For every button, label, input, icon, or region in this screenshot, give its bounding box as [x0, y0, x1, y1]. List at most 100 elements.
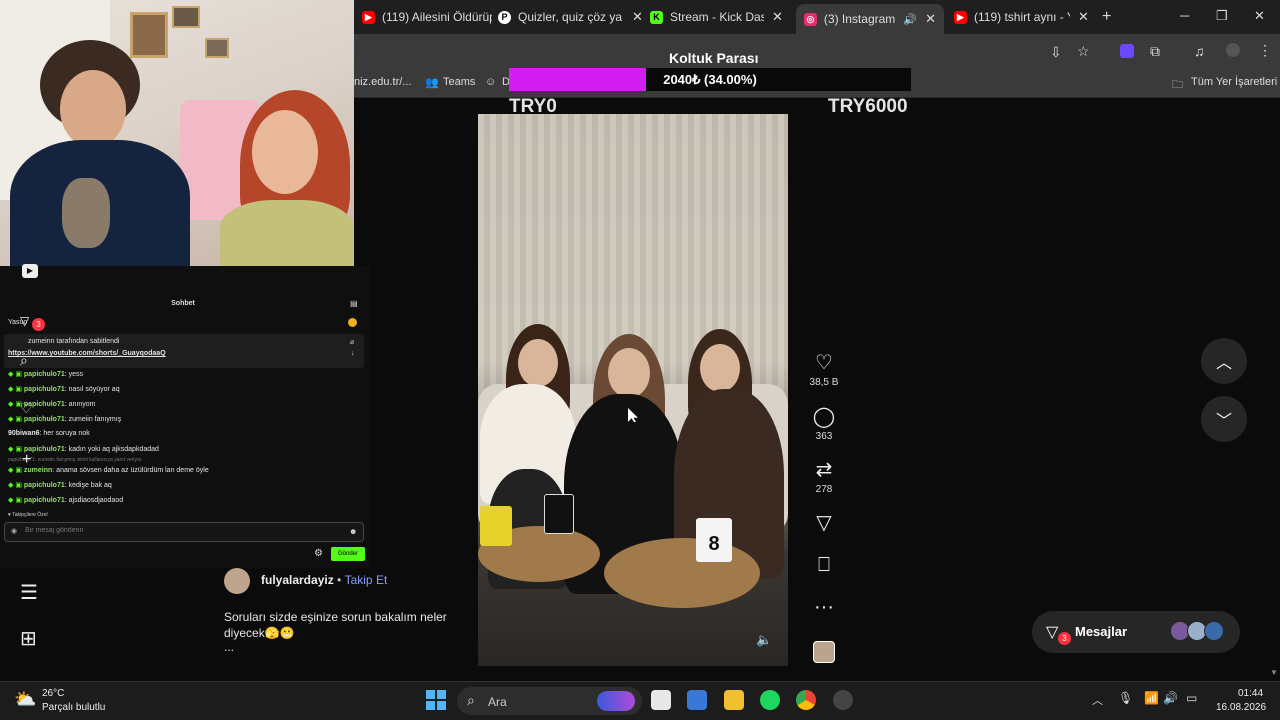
- caption-more[interactable]: ...: [224, 640, 234, 654]
- messages-button[interactable]: ▽ 3 Mesajlar: [1032, 611, 1240, 653]
- like-count: 38,5 B: [809, 377, 839, 388]
- more-options-button[interactable]: ···: [804, 596, 844, 619]
- speaker-icon[interactable]: 🔊: [903, 13, 917, 26]
- scroll-down-icon[interactable]: ▼: [1270, 668, 1278, 677]
- youtube-icon: ▶: [954, 10, 967, 24]
- send-button[interactable]: Gönder: [331, 547, 365, 561]
- filter-icon[interactable]: ▽: [20, 314, 29, 328]
- chat-message-input[interactable]: [25, 527, 325, 534]
- previous-reel-button[interactable]: ︿: [1201, 338, 1247, 384]
- person-face: [608, 348, 650, 398]
- emoji-icon[interactable]: ☻: [349, 527, 357, 536]
- save-button[interactable]: ⎕: [804, 554, 844, 577]
- emote-icon[interactable]: ◉: [11, 527, 17, 535]
- white-mug-number: 8: [696, 518, 732, 562]
- next-reel-button[interactable]: ﹀: [1201, 396, 1247, 442]
- new-tab-icon[interactable]: +: [1102, 8, 1111, 26]
- overlay-title: Koltuk Parası: [669, 50, 759, 66]
- task-view-icon[interactable]: [651, 690, 671, 710]
- tab-title: (119) tshirt aynı - Yo: [974, 10, 1070, 24]
- post-caption: Soruları sizde eşinize sorun bakalım nel…: [224, 610, 447, 640]
- battery-icon[interactable]: ▭: [1186, 691, 1197, 705]
- tab-title: Stream - Kick Dashb: [670, 10, 764, 24]
- store-icon[interactable]: [687, 690, 707, 710]
- tab-instagram[interactable]: ◎ (3) Instagram 🔊 ✕: [796, 4, 944, 34]
- wall-frame: [205, 38, 229, 58]
- chat-input-box[interactable]: ◉ ☻: [4, 522, 364, 542]
- restore-icon[interactable]: ❐: [1216, 8, 1228, 24]
- volume-icon[interactable]: 🔊: [1163, 691, 1178, 705]
- weather-temperature: 26°C: [42, 688, 65, 699]
- menu-icon[interactable]: ☰: [20, 580, 38, 605]
- volume-icon[interactable]: 🔈: [756, 632, 772, 648]
- tab-youtube-2[interactable]: ▶ (119) tshirt aynı - Yo ✕: [946, 5, 1097, 29]
- chat-message: ◆ ▣ papichulo71: nasıl söyüyor aq: [8, 386, 120, 393]
- search-icon[interactable]: ⌕: [20, 352, 28, 369]
- reel-video[interactable]: 8: [478, 114, 788, 666]
- all-bookmarks[interactable]: Tüm Yer İşaretleri: [1191, 76, 1277, 88]
- taskbar-search[interactable]: ⌕ Ara: [457, 687, 642, 715]
- bookmark-partial-url[interactable]: niz.edu.tr/...: [354, 76, 411, 88]
- weather-icon[interactable]: ⛅: [14, 689, 36, 710]
- author-avatar[interactable]: [224, 568, 250, 594]
- teams-icon: 👥: [425, 77, 439, 89]
- tab-quiz[interactable]: P Quizler, quiz çöz ya c ✕: [490, 5, 651, 29]
- install-app-icon[interactable]: ⇩: [1050, 44, 1062, 61]
- chat-message: ◆ ▣ papichulo71: kedişe bak aq: [8, 482, 112, 489]
- close-icon[interactable]: ✕: [772, 9, 783, 25]
- folder-icon: 🗀: [1172, 79, 1183, 91]
- bookmark-d-icon: ☺: [485, 76, 497, 88]
- chat-message: 90biwan6: her soruya nok: [8, 430, 90, 437]
- pinned-link[interactable]: https://www.youtube.com/shorts/_Guayqoda…: [8, 350, 166, 357]
- repost-count: 278: [815, 484, 833, 495]
- comment-button[interactable]: ◯ 363: [804, 404, 844, 442]
- menu-dots-icon[interactable]: ⋮: [1258, 42, 1272, 59]
- author-name[interactable]: fulyalardayiz: [261, 573, 334, 587]
- window-close-icon[interactable]: ✕: [1254, 8, 1265, 24]
- follow-link[interactable]: Takip Et: [345, 573, 388, 587]
- chat-message: ◆ ▣ papichulo71: yess: [8, 371, 84, 378]
- chat-stats-icon[interactable]: ▤: [350, 299, 358, 308]
- expand-icon[interactable]: ↓: [351, 350, 355, 357]
- share-button[interactable]: ▽: [804, 510, 844, 535]
- chat-title: Sohbet: [171, 300, 195, 307]
- comment-icon: ◯: [812, 406, 836, 428]
- gear-icon[interactable]: ⚙: [314, 548, 323, 559]
- unpin-icon[interactable]: ⌀: [350, 338, 354, 346]
- pinned-message: zumeinn tarafından sabitlendi https://ww…: [4, 334, 364, 368]
- chrome-icon[interactable]: [796, 690, 816, 710]
- profile-avatar[interactable]: [1226, 43, 1240, 57]
- person-face: [60, 70, 126, 148]
- clock-date[interactable]: 16.08.2026: [1216, 702, 1266, 713]
- extensions-puzzle-icon[interactable]: ⧉: [1150, 43, 1160, 60]
- windows-start-icon[interactable]: [426, 690, 446, 710]
- author-line: fulyalardayiz • Takip Et: [261, 573, 387, 587]
- warning-icon[interactable]: [348, 318, 357, 327]
- coffee-table-right: [604, 538, 760, 608]
- repost-button[interactable]: ⇄ 278: [804, 457, 844, 495]
- close-icon[interactable]: ✕: [1078, 9, 1089, 25]
- person-top: [220, 200, 354, 266]
- donation-progress-bar: 2040₺ (34.00%): [509, 68, 911, 91]
- chevron-up-icon[interactable]: ︿: [1092, 692, 1103, 708]
- bookmark-teams[interactable]: Teams: [443, 76, 475, 88]
- clock-time[interactable]: 01:44: [1238, 688, 1263, 699]
- wifi-icon[interactable]: 📶: [1144, 691, 1159, 705]
- audio-thumbnail[interactable]: [813, 641, 835, 663]
- tab-kick[interactable]: K Stream - Kick Dashb ✕: [642, 5, 791, 29]
- close-icon[interactable]: ✕: [925, 11, 936, 27]
- apps-grid-icon[interactable]: ⊞: [20, 626, 37, 651]
- microphone-icon[interactable]: 🎙: [1118, 691, 1133, 705]
- extension-icon[interactable]: [1120, 44, 1134, 58]
- file-explorer-icon[interactable]: [724, 690, 744, 710]
- bookmark-star-icon[interactable]: ☆: [1077, 43, 1090, 60]
- like-button[interactable]: ♡ 38,5 B: [804, 350, 844, 388]
- play-icon[interactable]: ▶: [22, 264, 38, 278]
- minimize-icon[interactable]: ─: [1180, 8, 1189, 23]
- app-icon[interactable]: [833, 690, 853, 710]
- search-highlight-icon: [597, 691, 635, 711]
- weather-description: Parçalı bulutlu: [42, 702, 106, 713]
- spotify-icon[interactable]: [760, 690, 780, 710]
- post-author: fulyalardayiz • Takip Et: [224, 568, 464, 594]
- media-control-icon[interactable]: ♫: [1194, 43, 1205, 59]
